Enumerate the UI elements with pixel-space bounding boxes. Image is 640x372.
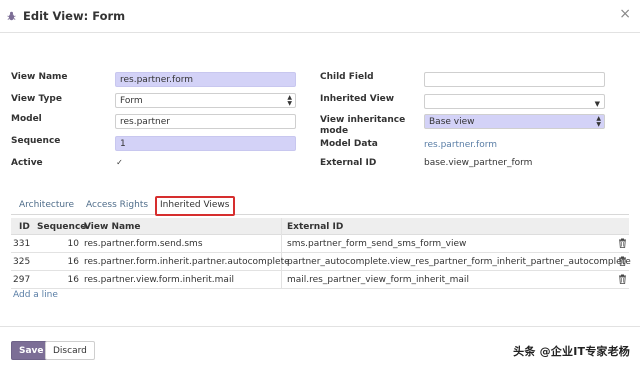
row-view-name: res.partner.view.form.inherit.mail xyxy=(84,275,234,285)
close-icon[interactable]: × xyxy=(619,6,631,22)
view-name-label: View Name xyxy=(11,72,68,82)
row-sequence: 16 xyxy=(67,257,79,267)
child-field-label: Child Field xyxy=(320,72,374,82)
modal-header: Edit View: Form × xyxy=(0,0,640,33)
tab-access-rights[interactable]: Access Rights xyxy=(86,196,148,215)
active-checkbox[interactable]: ✓ xyxy=(115,158,124,167)
row-id: 331 xyxy=(13,239,31,249)
row-external-id: sms.partner_form_send_sms_form_view xyxy=(287,239,467,249)
view-name-input[interactable]: res.partner.form xyxy=(115,72,296,87)
sequence-input[interactable]: 1 xyxy=(115,136,296,151)
table-row[interactable]: 331 10 res.partner.form.send.sms sms.par… xyxy=(11,235,629,253)
trash-icon[interactable] xyxy=(618,274,627,284)
col-external-id[interactable]: External ID xyxy=(287,222,343,232)
tab-architecture[interactable]: Architecture xyxy=(19,196,74,215)
model-data-link[interactable]: res.partner.form xyxy=(424,140,497,150)
external-id-value: base.view_partner_form xyxy=(424,158,533,168)
inherited-view-label: Inherited View xyxy=(320,94,395,104)
table-row[interactable]: 297 16 res.partner.view.form.inherit.mai… xyxy=(11,271,629,289)
row-id: 325 xyxy=(13,257,31,267)
row-view-name: res.partner.form.inherit.partner.autocom… xyxy=(84,257,290,267)
row-sequence: 16 xyxy=(67,275,79,285)
model-input[interactable]: res.partner xyxy=(115,114,296,129)
view-type-value: Form xyxy=(120,96,143,106)
trash-icon[interactable] xyxy=(618,238,627,248)
notebook-tabs: Architecture Access Rights Inherited Vie… xyxy=(11,196,629,216)
caret-down-icon: ▼ xyxy=(594,100,600,108)
row-sequence: 10 xyxy=(67,239,79,249)
view-inheritance-mode-value: Base view xyxy=(429,117,475,127)
model-label: Model xyxy=(11,114,42,124)
modal-title: Edit View: Form xyxy=(23,9,126,23)
discard-button[interactable]: Discard xyxy=(45,341,95,360)
col-sequence[interactable]: Sequence xyxy=(37,222,86,232)
row-view-name: res.partner.form.send.sms xyxy=(84,239,203,249)
col-id[interactable]: ID xyxy=(19,222,30,232)
table-row[interactable]: 325 16 res.partner.form.inherit.partner.… xyxy=(11,253,631,271)
view-inheritance-mode-select[interactable]: Base view ▲ ▼ xyxy=(424,114,605,129)
select-arrows-icon: ▲ ▼ xyxy=(596,115,601,128)
sequence-label: Sequence xyxy=(11,136,61,146)
active-label: Active xyxy=(11,158,43,168)
add-line-link[interactable]: Add a line xyxy=(13,290,58,300)
view-type-select[interactable]: Form ▲ ▼ xyxy=(115,93,296,108)
row-id: 297 xyxy=(13,275,31,285)
row-external-id: partner_autocomplete.view_res_partner_fo… xyxy=(287,257,631,267)
tab-inherited-views[interactable]: Inherited Views xyxy=(155,196,235,216)
trash-icon[interactable] xyxy=(618,256,627,266)
row-external-id: mail.res_partner_view_form_inherit_mail xyxy=(287,275,469,285)
table-header: ID Sequence ▲ View Name External ID xyxy=(11,218,629,235)
child-field-input[interactable] xyxy=(424,72,605,87)
inherited-view-select[interactable]: ▼ xyxy=(424,94,605,109)
watermark-text: 头条 @企业IT专家老杨 xyxy=(513,345,630,358)
modal-footer: Save Discard 头条 @企业IT专家老杨 xyxy=(0,326,640,372)
bug-icon xyxy=(7,11,16,21)
view-type-label: View Type xyxy=(11,94,62,104)
view-inheritance-mode-label-2: mode xyxy=(320,126,349,136)
select-arrows-icon: ▲ ▼ xyxy=(287,94,292,107)
view-inheritance-mode-label: View inheritance xyxy=(320,115,406,125)
external-id-label: External ID xyxy=(320,158,377,168)
model-data-label: Model Data xyxy=(320,139,378,149)
col-view-name[interactable]: View Name xyxy=(84,222,141,232)
